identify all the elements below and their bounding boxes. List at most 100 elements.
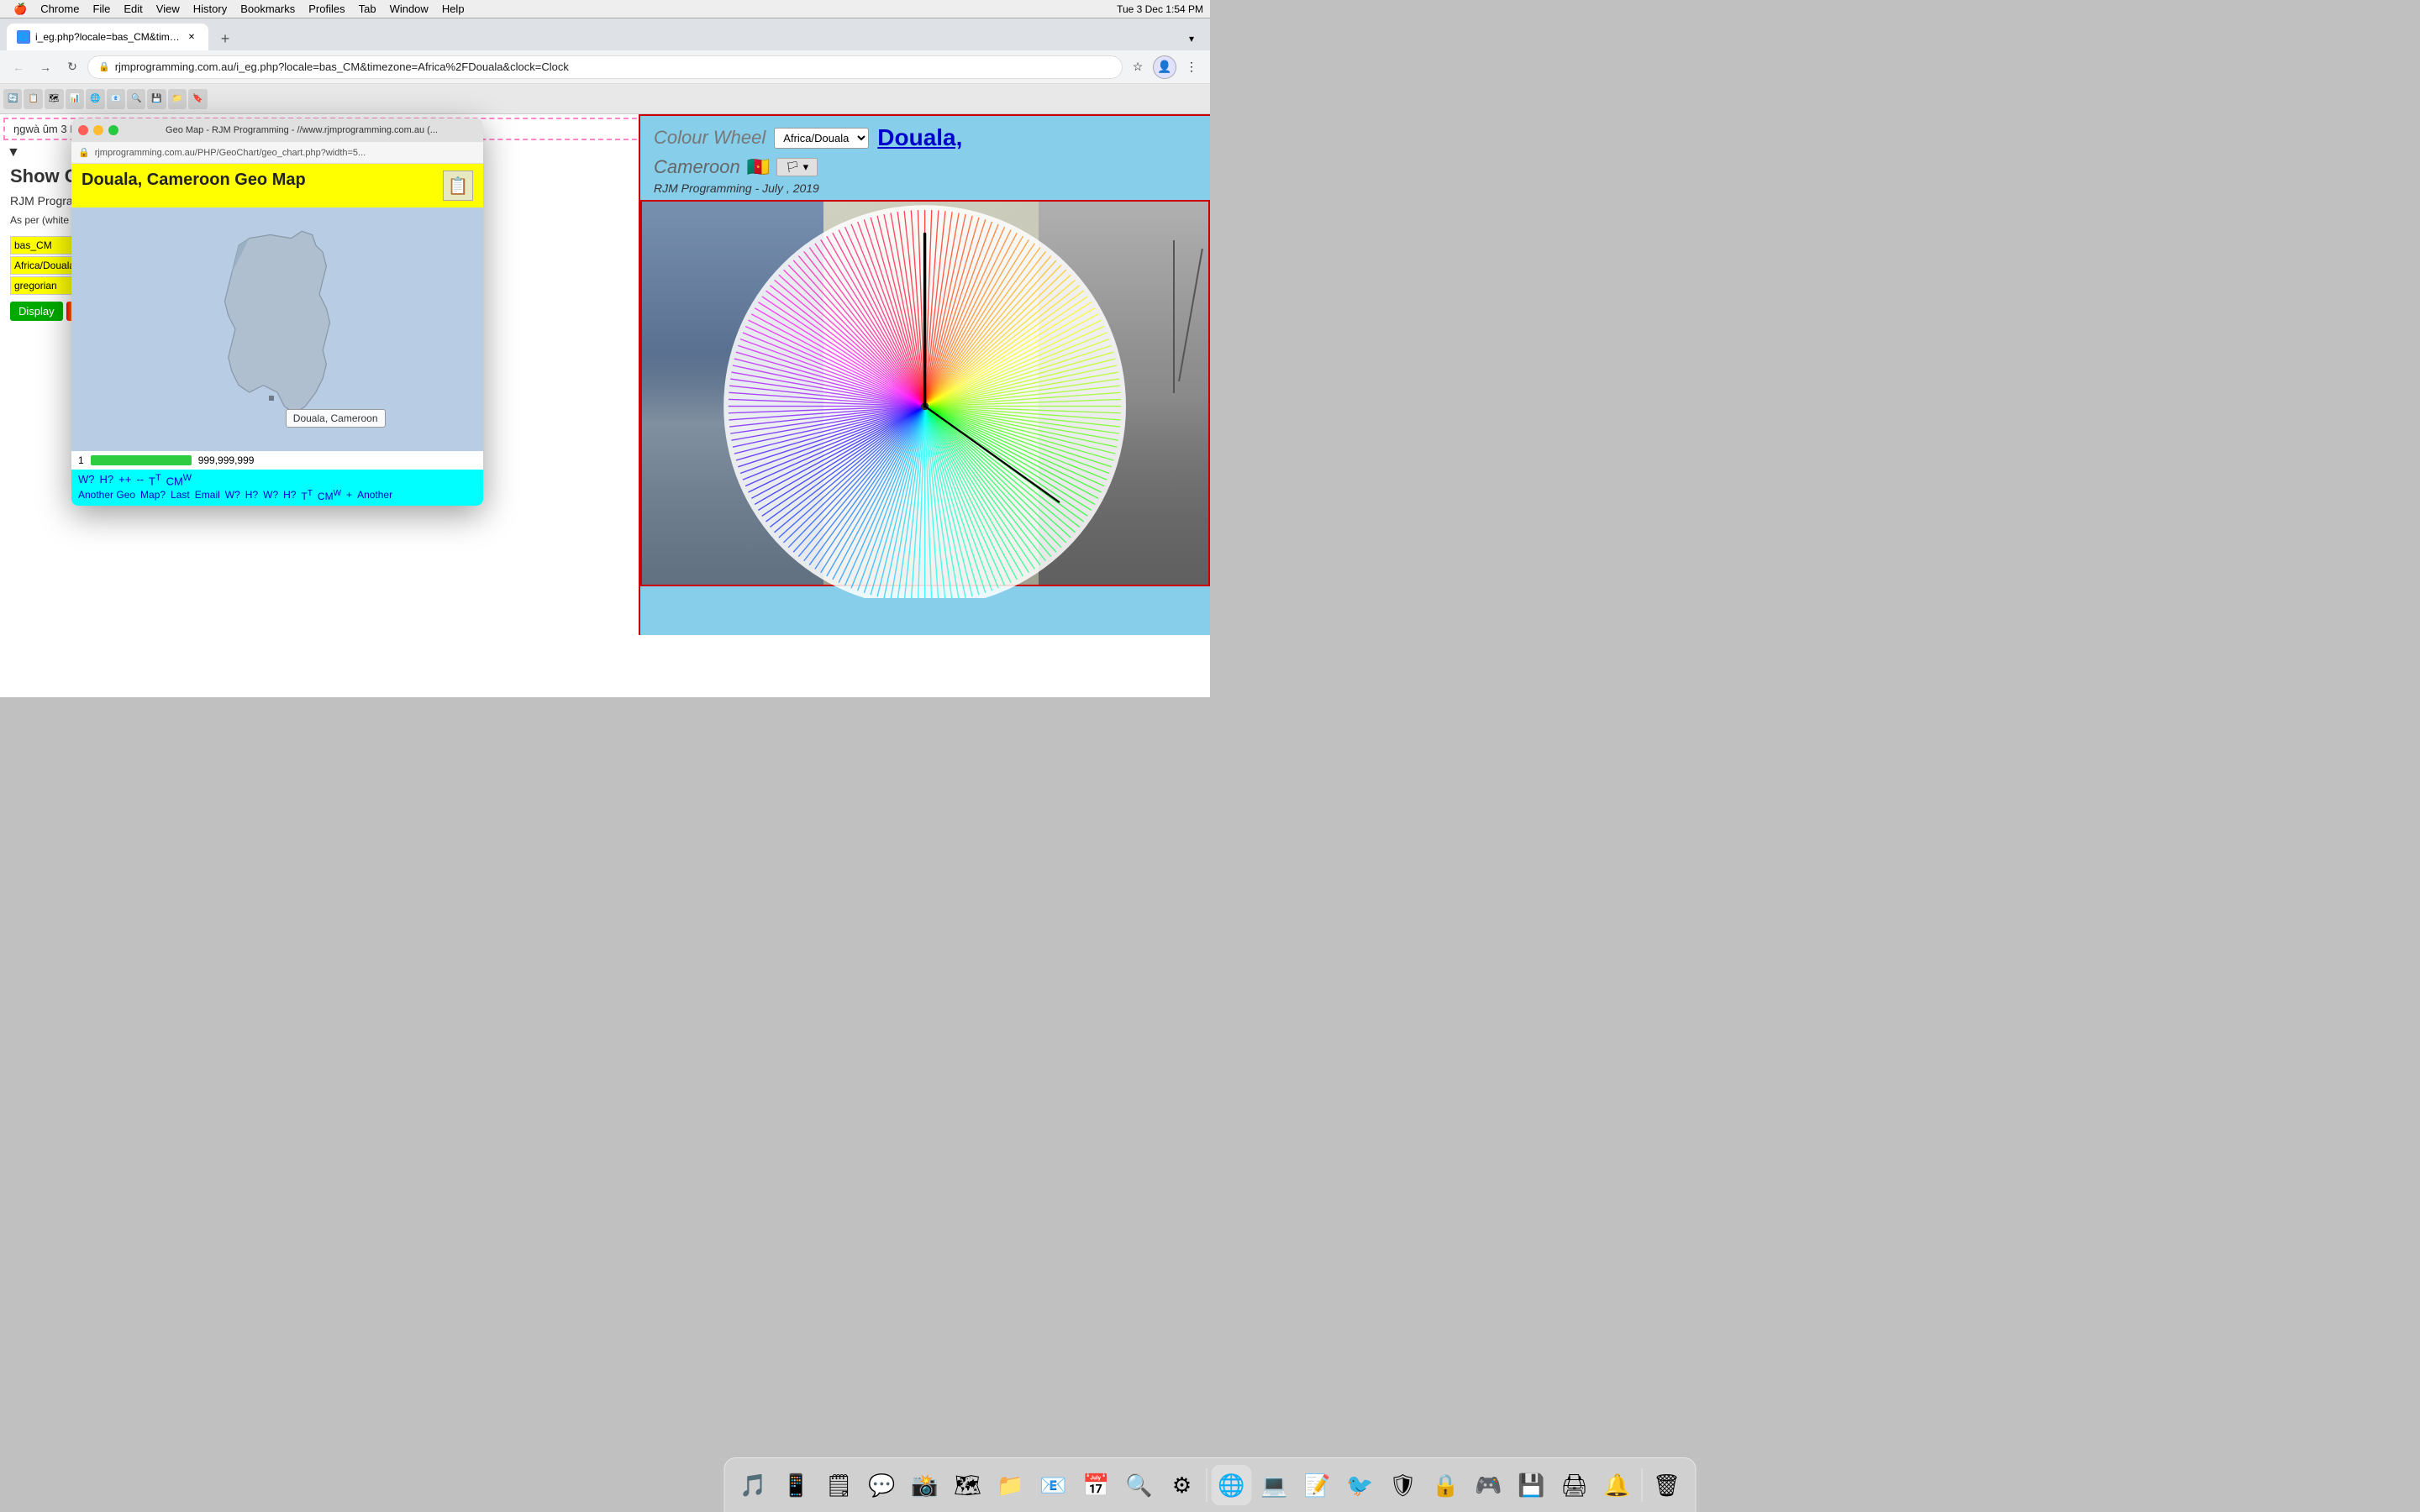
footer-link-h1[interactable]: H? (100, 473, 114, 487)
map-legend: 1 999,999,999 (71, 451, 483, 470)
dock-messages[interactable]: 💬 (862, 1465, 902, 1505)
dock-music[interactable]: 📱 (776, 1465, 817, 1505)
footer-link-w1[interactable]: W? (78, 473, 95, 487)
dock-finder[interactable]: 🎵 (734, 1465, 774, 1505)
toolbar-item-9[interactable]: 📁 (168, 89, 187, 109)
chrome-menu[interactable]: Chrome (34, 0, 86, 18)
toolbar-item-6[interactable]: 📧 (107, 89, 125, 109)
toolbar-item-5[interactable]: 🌐 (86, 89, 104, 109)
dock-code[interactable]: 📝 (1297, 1465, 1338, 1505)
popup-heading: Douala, Cameroon Geo Map (82, 171, 306, 190)
tab-favicon: 🌐 (17, 30, 30, 44)
history-menu[interactable]: History (187, 0, 234, 18)
url-text: rjmprogramming.com.au/i_eg.php?locale=ba… (115, 60, 1112, 73)
dock-chrome[interactable]: 🌐 (1212, 1465, 1252, 1505)
dock-item-extra5[interactable]: 💾 (1512, 1465, 1552, 1505)
footer-link-email[interactable]: Email (195, 489, 220, 502)
menu-bar: 🍎 Chrome File Edit View History Bookmark… (0, 0, 1210, 18)
address-bar: ← → ↻ 🔒 rjmprogramming.com.au/i_eg.php?l… (0, 50, 1210, 84)
dock-maps[interactable]: 🗺 (948, 1465, 988, 1505)
dock-item-extra6[interactable]: 🖨 (1555, 1465, 1595, 1505)
dock-photos[interactable]: 📸 (905, 1465, 945, 1505)
footer-links-row1: W? H? ++ -- TT CMW (78, 473, 476, 487)
toolbar-item-3[interactable]: 🗺 (45, 89, 64, 109)
url-bar[interactable]: 🔒 rjmprogramming.com.au/i_eg.php?locale=… (87, 55, 1123, 79)
forward-button[interactable]: → (34, 55, 57, 79)
popup-close-button[interactable] (78, 125, 88, 135)
footer-link-mm[interactable]: -- (136, 473, 144, 487)
dock-mail[interactable]: 📧 (1034, 1465, 1074, 1505)
file-menu[interactable]: File (86, 0, 117, 18)
footer-link-last[interactable]: Last (171, 489, 190, 502)
toolbar-item-2[interactable]: 📋 (24, 89, 42, 109)
toolbar-item-8[interactable]: 💾 (147, 89, 166, 109)
footer-link-plus[interactable]: + (346, 489, 352, 502)
popup-header: Douala, Cameroon Geo Map 📋 (71, 164, 483, 207)
dock-item-extra4[interactable]: 🎮 (1469, 1465, 1509, 1505)
footer-link-pp[interactable]: ++ (118, 473, 131, 487)
timezone-dropdown[interactable]: Africa/Douala (774, 128, 869, 149)
new-tab-button[interactable]: + (213, 27, 237, 50)
chrome-menu-button[interactable]: ⋮ (1180, 55, 1203, 79)
footer-link-another[interactable]: Another (357, 489, 392, 502)
toolbar-item-1[interactable]: 🔄 (3, 89, 22, 109)
tab-overflow-button[interactable]: ▾ (1180, 27, 1203, 50)
legend-max: 999,999,999 (198, 454, 255, 466)
toolbar-item-10[interactable]: 🔖 (188, 89, 207, 109)
douala-city-link[interactable]: Douala, (877, 124, 962, 151)
edit-menu[interactable]: Edit (117, 0, 149, 18)
tab-menu[interactable]: Tab (352, 0, 383, 18)
window-menu[interactable]: Window (383, 0, 435, 18)
footer-link-h3[interactable]: H? (283, 489, 296, 502)
dock-files[interactable]: 📁 (991, 1465, 1031, 1505)
tab-close-button[interactable]: ✕ (185, 30, 198, 44)
flag-button[interactable]: 🏳▾ (776, 158, 818, 176)
popup-maximize-button[interactable] (108, 125, 118, 135)
active-tab[interactable]: 🌐 i_eg.php?locale=bas_CM&timezone=Africa… (7, 24, 208, 50)
apple-menu[interactable]: 🍎 (7, 0, 34, 18)
menu-clock: Tue 3 Dec 1:54 PM (1117, 3, 1203, 15)
footer-link-cm[interactable]: CMW (166, 473, 192, 487)
profile-button[interactable]: 👤 (1153, 55, 1176, 79)
legend-min: 1 (78, 454, 84, 466)
dock-calendar[interactable]: 📅 (1076, 1465, 1117, 1505)
footer-link-tt2[interactable]: TT (301, 489, 312, 502)
bookmarks-menu[interactable]: Bookmarks (234, 0, 302, 18)
profiles-menu[interactable]: Profiles (302, 0, 351, 18)
dock-search[interactable]: 🔍 (1119, 1465, 1160, 1505)
popup-minimize-button[interactable] (93, 125, 103, 135)
dock-terminal[interactable]: 💻 (1255, 1465, 1295, 1505)
footer-link-tt[interactable]: TT (149, 473, 161, 487)
footer-link-w2[interactable]: W? (225, 489, 240, 502)
footer-link-h2[interactable]: H? (245, 489, 258, 502)
geo-map-popup: Geo Map - RJM Programming - //www.rjmpro… (71, 118, 483, 506)
help-menu[interactable]: Help (435, 0, 471, 18)
dock-notes[interactable]: 🗒 (819, 1465, 860, 1505)
photos-container (642, 202, 1208, 585)
toolbar-item-7[interactable]: 🔍 (127, 89, 145, 109)
footer-link-cm2[interactable]: CMW (318, 489, 341, 502)
dock-item-extra2[interactable]: 🛡 (1383, 1465, 1423, 1505)
menu-bar-right: Tue 3 Dec 1:54 PM (1117, 3, 1203, 15)
toolbar-item-4[interactable]: 📊 (66, 89, 84, 109)
display-button[interactable]: Display (10, 302, 63, 321)
bookmark-button[interactable]: ☆ (1126, 55, 1150, 79)
reload-button[interactable]: ↻ (60, 55, 84, 79)
dock-item-extra7[interactable]: 🔔 (1597, 1465, 1638, 1505)
cameroon-flag: 🇨🇲 (747, 156, 770, 178)
tab-bar: 🌐 i_eg.php?locale=bas_CM&timezone=Africa… (0, 18, 1210, 50)
rjm-date: RJM Programming - July , 2019 (640, 180, 1210, 197)
dock-settings[interactable]: ⚙ (1162, 1465, 1202, 1505)
footer-link-w3[interactable]: W? (263, 489, 278, 502)
dock-separator-2 (1642, 1468, 1643, 1502)
dock-item-extra1[interactable]: 🐦 (1340, 1465, 1381, 1505)
footer-links-row2: Another Geo Map? Last Email W? H? W? H? … (78, 489, 476, 502)
view-menu[interactable]: View (150, 0, 187, 18)
back-button[interactable]: ← (7, 55, 30, 79)
notepad-icon[interactable]: 📋 (443, 171, 473, 201)
footer-link-another-geo[interactable]: Another Geo (78, 489, 135, 502)
footer-link-map[interactable]: Map? (140, 489, 166, 502)
main-content: ŋgwà ûm 3 Lìbuy li ŋyèe 2024 03:54:03 GM… (0, 114, 1210, 697)
dock-item-extra3[interactable]: 🔒 (1426, 1465, 1466, 1505)
dock-trash[interactable]: 🗑 (1647, 1465, 1687, 1505)
